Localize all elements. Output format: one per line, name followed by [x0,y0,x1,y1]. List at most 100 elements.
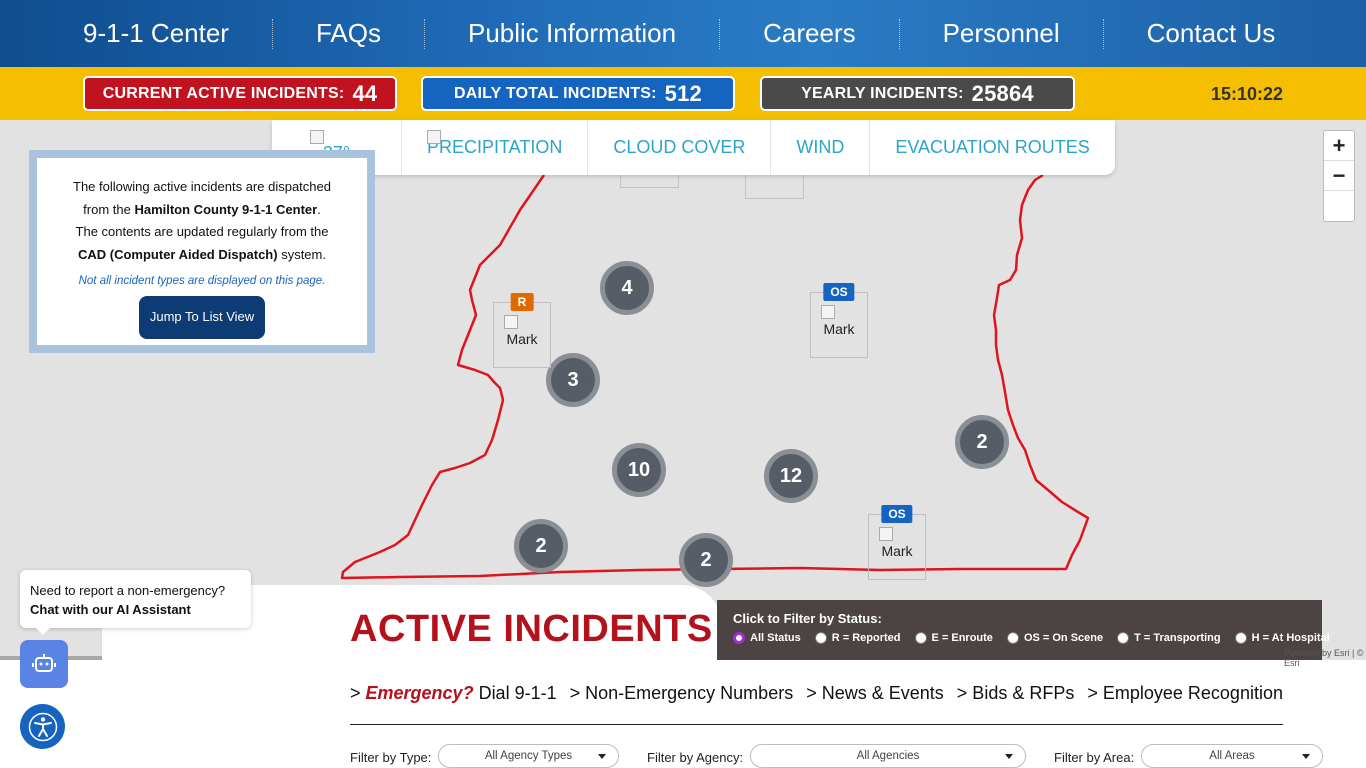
broken-image-icon [310,130,324,144]
broken-image-icon [504,315,518,329]
link-employee-recognition[interactable]: > Employee Recognition [1087,683,1283,704]
info-line: system. [277,246,326,262]
status-radio-at-hospital[interactable]: H = At Hospital [1234,632,1330,644]
status-filter: Click to Filter by Status: All Status R … [717,600,1330,660]
radio-label: T = Transporting [1134,632,1221,644]
info-line: The contents are updated regularly from … [75,224,329,239]
tab-cloud-cover[interactable]: CLOUD COVER [588,120,772,175]
map-attribution[interactable]: Powered by Esri | © Esri [1284,648,1366,668]
quick-links: > Emergency? Dial 9-1-1 > Non-Emergency … [350,683,1283,704]
jump-to-list-button[interactable]: Jump To List View [138,296,266,339]
nav-911-center[interactable]: 9-1-1 Center [62,18,250,49]
info-line: . [317,201,321,217]
filter-type-select[interactable]: All Agency Types [438,744,619,768]
map-tile-placeholder [620,174,679,188]
radio-label: R = Reported [831,632,901,644]
filter-agency-value: All Agencies [856,750,920,762]
radio-dot [733,632,745,644]
chat-prompt-line: Need to report a non-emergency? [30,583,226,598]
incident-marker[interactable]: OS Mark [868,505,926,580]
broken-image-icon [879,527,893,541]
incident-marker[interactable]: OS Mark [810,283,868,358]
info-county-name: Hamilton County 9-1-1 Center [134,201,318,217]
map-tile-placeholder [745,174,804,199]
nav-separator [898,18,900,49]
nav-public-information[interactable]: Public Information [447,18,697,49]
broken-image-icon [427,130,441,144]
filter-type-label: Filter by Type: [350,750,432,765]
section-title: ACTIVE INCIDENTS [350,608,713,650]
zoom-in-button[interactable]: + [1324,131,1354,161]
marker-label: Mark [506,331,538,347]
incident-cluster[interactable]: 4 [600,261,654,315]
tab-precipitation[interactable]: PRECIPITATION [402,120,589,175]
incident-cluster[interactable]: 12 [764,449,818,503]
yearly-incidents-stat: YEARLY INCIDENTS: 25864 [760,76,1075,111]
chevron-down-icon [598,754,606,759]
link-text: Dial 9-1-1 [473,683,557,703]
radio-label: All Status [750,632,801,644]
emergency-text: Emergency? [365,683,474,703]
daily-incidents-stat: DAILY TOTAL INCIDENTS: 512 [421,76,735,111]
tab-precipitation-label: PRECIPITATION [427,137,563,157]
incident-marker[interactable]: R Mark [493,293,551,368]
marker-label: Mark [823,321,855,337]
status-filter-title: Click to Filter by Status: [733,611,882,626]
info-note: Not all incident types are displayed on … [78,275,326,287]
filter-row: Filter by Type: All Agency Types Filter … [0,744,1366,768]
radio-dot [914,632,927,644]
nav-separator [271,18,273,49]
zoom-extra-button[interactable] [1324,191,1354,221]
status-badge-on-scene: OS [881,505,913,523]
info-line: from the [83,201,135,217]
nav-separator [423,18,425,49]
marker-label: Mark [881,543,913,559]
filter-area-value: All Areas [1209,750,1255,762]
clock: 15:10:22 [1211,84,1284,104]
incident-cluster[interactable]: 2 [679,533,733,587]
radio-dot [1006,632,1019,644]
nav-careers[interactable]: Careers [742,18,876,49]
link-emergency[interactable]: > Emergency? Dial 9-1-1 [350,683,557,704]
chat-prompt-bubble[interactable]: Need to report a non-emergency? Chat wit… [20,570,251,635]
link-non-emergency-numbers[interactable]: > Non-Emergency Numbers [570,683,794,704]
status-badge-on-scene: OS [823,283,855,301]
incident-cluster[interactable]: 10 [612,443,666,497]
chat-prompt-cta: Chat with our AI Assistant [30,602,191,617]
status-radio-all[interactable]: All Status [733,632,801,644]
chat-assistant-button[interactable] [20,640,68,688]
info-text: The following active incidents are dispa… [47,176,357,266]
radio-label: H = At Hospital [1251,632,1330,644]
info-cad-name: CAD (Computer Aided Dispatch) [78,246,278,262]
tab-wind-label: WIND [796,137,845,157]
filter-agency-select[interactable]: All Agencies [750,744,1026,768]
zoom-out-button[interactable]: − [1324,161,1354,191]
nav-faqs[interactable]: FAQs [295,18,402,49]
nav-contact-us[interactable]: Contact Us [1126,18,1297,49]
divider [350,724,1283,725]
info-panel: The following active incidents are dispa… [29,150,375,353]
yearly-incidents-label: YEARLY INCIDENTS: [801,84,964,102]
radio-label: E = Enroute [931,632,993,644]
status-radio-reported[interactable]: R = Reported [814,632,901,644]
nav-separator [1102,18,1104,49]
status-radio-transporting[interactable]: T = Transporting [1117,632,1221,644]
status-radio-on-scene[interactable]: OS = On Scene [1006,632,1103,644]
tab-wind[interactable]: WIND [771,120,871,175]
incident-cluster[interactable]: 2 [514,519,568,573]
chevron-down-icon [1005,754,1013,759]
link-bids-rfps[interactable]: > Bids & RFPs [957,683,1075,704]
incident-cluster[interactable]: 2 [955,415,1009,469]
accessibility-icon [28,712,57,741]
status-radio-enroute[interactable]: E = Enroute [914,632,993,644]
radio-dot [814,632,827,644]
incident-cluster[interactable]: 3 [546,353,600,407]
nav-personnel[interactable]: Personnel [922,18,1081,49]
tab-evacuation-routes-label: EVACUATION ROUTES [895,137,1090,157]
link-news-events[interactable]: > News & Events [806,683,944,704]
accessibility-button[interactable] [20,704,65,749]
active-incidents-count: 44 [352,80,378,106]
tab-evacuation-routes[interactable]: EVACUATION ROUTES [870,120,1114,175]
filter-area-select[interactable]: All Areas [1141,744,1323,768]
radio-dot [1117,632,1130,644]
